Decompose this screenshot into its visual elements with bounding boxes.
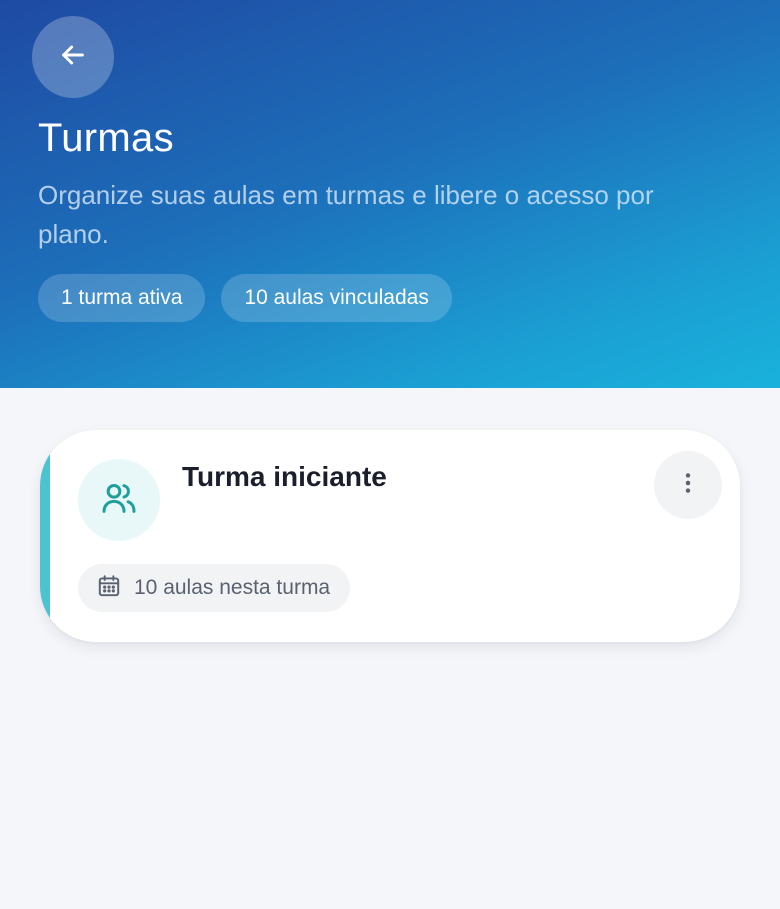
page: Turmas Organize suas aulas em turmas e l… (0, 0, 780, 909)
active-classes-chip: 1 turma ativa (38, 274, 206, 322)
class-name: Turma iniciante (182, 461, 387, 492)
more-vertical-icon (674, 469, 702, 502)
lesson-count-label: 10 aulas nesta turma (134, 576, 331, 599)
calendar-icon (96, 573, 122, 604)
summary-chips: 1 turma ativa 10 aulas vinculadas (38, 274, 452, 322)
class-options-button[interactable] (654, 451, 722, 519)
lesson-count-chip: 10 aulas nesta turma (78, 564, 351, 612)
arrow-left-icon (57, 39, 89, 76)
header-banner: Turmas Organize suas aulas em turmas e l… (0, 0, 780, 388)
page-title: Turmas (38, 116, 174, 160)
class-card[interactable]: Turma iniciante 10 aulas nesta turma (40, 430, 740, 642)
class-avatar (78, 459, 160, 541)
linked-lessons-chip: 10 aulas vinculadas (221, 274, 452, 322)
users-icon (99, 478, 139, 523)
card-accent-bar (40, 430, 50, 642)
page-subtitle: Organize suas aulas em turmas e libere o… (38, 180, 654, 249)
back-button[interactable] (32, 16, 114, 98)
